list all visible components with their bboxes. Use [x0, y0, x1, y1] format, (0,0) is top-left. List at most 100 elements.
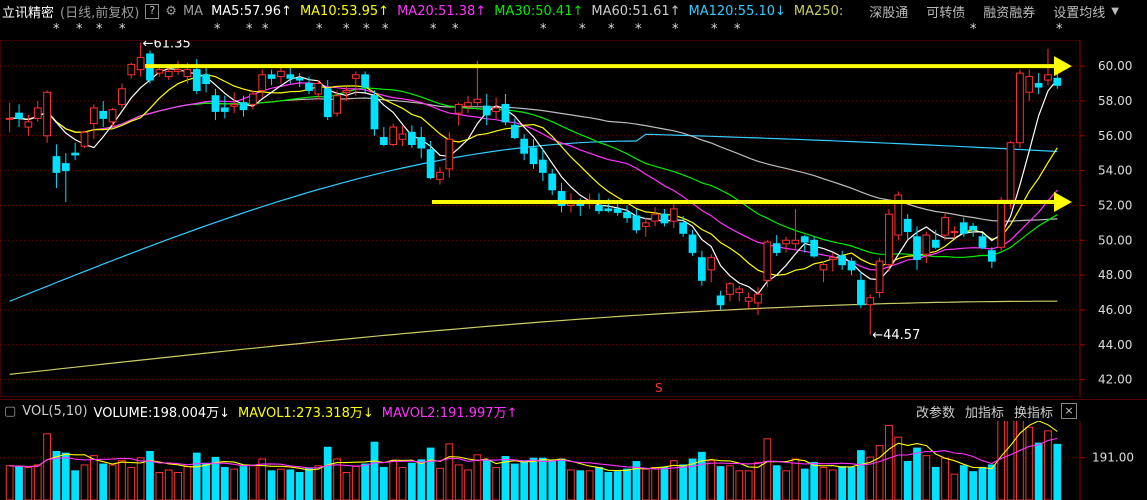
volume-bar — [314, 465, 323, 500]
volume-bar — [473, 454, 482, 500]
header-tool-0[interactable]: 深股通 — [869, 6, 908, 21]
split-marker: S — [655, 381, 663, 395]
volume-bar — [754, 461, 762, 500]
volume-bar — [351, 466, 360, 500]
header-tool-3[interactable]: 设置均线 — [1053, 6, 1105, 21]
volume-bar — [828, 469, 837, 500]
ma-label[interactable]: MA — [183, 4, 203, 19]
switch-indicator-button[interactable]: 换指标 — [1014, 402, 1053, 421]
ma5-line — [9, 67, 1058, 295]
event-star-icon[interactable]: * — [635, 22, 642, 37]
candle — [118, 83, 126, 108]
event-star-icon[interactable]: * — [382, 22, 389, 37]
candle — [838, 250, 847, 270]
candle — [482, 93, 491, 126]
ma-value-0: MA5:57.96↑ — [211, 3, 292, 19]
volume-bar — [885, 424, 893, 500]
candle — [1025, 69, 1034, 101]
volume-bar — [249, 465, 257, 500]
square-icon[interactable]: ▢ — [4, 404, 16, 419]
candle — [660, 208, 669, 227]
event-star-icon[interactable]: * — [363, 22, 370, 37]
event-star-icon[interactable]: * — [214, 22, 221, 37]
volume-bar — [202, 462, 210, 500]
event-star-icon[interactable]: * — [430, 22, 437, 37]
volume-bar — [342, 471, 351, 500]
volume-bar — [426, 447, 435, 500]
low-annotation: ←44.57 — [872, 328, 920, 343]
volume-bar — [379, 466, 388, 500]
candle — [61, 153, 70, 202]
header-tool-1[interactable]: 可转债 — [926, 6, 965, 21]
event-star-icon[interactable]: * — [672, 22, 679, 37]
event-star-icon[interactable]: * — [53, 22, 60, 37]
candle — [997, 196, 1006, 251]
expand-down-icon[interactable]: ▼ — [1111, 6, 1119, 17]
edit-params-button[interactable]: 改参数 — [916, 402, 955, 421]
event-star-icon[interactable]: * — [119, 22, 126, 37]
volume-bar — [108, 464, 117, 500]
candle — [885, 208, 893, 272]
gear-icon[interactable]: ⚙ — [165, 4, 177, 19]
volume-bar — [323, 446, 332, 500]
help-icon[interactable]: ? — [145, 3, 160, 19]
event-star-icon[interactable]: * — [96, 22, 103, 37]
event-star-icon[interactable]: * — [579, 22, 586, 37]
volume-header: ▢ VOL(5,10) VOLUME:198.004万↓ MAVOL1:273.… — [0, 399, 1147, 422]
candle — [239, 95, 248, 117]
event-star-icon[interactable]: * — [608, 22, 615, 37]
candle — [89, 104, 98, 140]
header-tool-2[interactable]: 融资融券 — [983, 6, 1035, 21]
y-tick-label: 46.00 — [1098, 303, 1132, 317]
candle — [875, 257, 884, 298]
event-star-icon[interactable]: * — [734, 22, 741, 37]
candle — [398, 125, 407, 147]
volume-bar — [136, 457, 145, 500]
volume-bar — [1006, 421, 1015, 500]
candle — [716, 290, 725, 310]
volume-chart: 387.00191.00 — [0, 421, 1134, 500]
volume-bar — [146, 450, 154, 500]
event-star-icon[interactable]: * — [343, 22, 350, 37]
ma-value-1: MA10:53.95↑ — [299, 3, 390, 19]
close-icon[interactable]: × — [1061, 403, 1077, 419]
candle — [1016, 69, 1024, 148]
volume-bar — [576, 470, 585, 500]
volume-bar — [417, 459, 426, 500]
event-star-icon[interactable]: * — [1056, 22, 1063, 37]
event-star-icon[interactable]: * — [316, 22, 323, 37]
candle — [473, 60, 482, 110]
y-tick-label: 52.00 — [1098, 198, 1132, 212]
candle — [389, 123, 398, 147]
volume-bar — [230, 468, 239, 500]
candle — [230, 92, 239, 114]
resistance-arrow — [432, 191, 1072, 212]
candle — [379, 127, 388, 147]
volume-bar — [772, 465, 781, 500]
event-star-icon[interactable]: * — [711, 22, 718, 37]
candle — [202, 66, 210, 93]
period-mode[interactable]: (日线,前复权) — [60, 2, 139, 21]
volume-bar — [24, 466, 33, 500]
event-star-icon[interactable]: * — [452, 22, 459, 37]
event-star-icon[interactable]: * — [246, 22, 253, 37]
candle — [726, 282, 734, 302]
event-star-icon[interactable]: * — [262, 22, 269, 37]
volume-bar — [501, 456, 510, 500]
add-indicator-button[interactable]: 加指标 — [965, 402, 1004, 421]
volume-bar — [604, 471, 613, 500]
candle — [1034, 73, 1043, 94]
event-star-icon[interactable]: * — [970, 22, 977, 37]
chart-header: 立讯精密 (日线,前复权) ? ⚙ MA MA5:57.96↑ MA10:53.9… — [0, 0, 1147, 22]
ma-value-2: MA20:51.38↑ — [397, 3, 487, 19]
event-star-icon[interactable]: * — [540, 22, 547, 37]
volume-bar — [305, 467, 313, 500]
candle — [632, 208, 641, 234]
volume-value: VOLUME:198.004万↓ — [93, 405, 231, 421]
volume-bar — [669, 460, 678, 500]
event-star-icon[interactable]: * — [76, 22, 83, 37]
candle — [220, 95, 229, 119]
volume-bar — [538, 457, 547, 500]
volume-bar — [651, 466, 659, 500]
volume-bar — [950, 473, 959, 500]
